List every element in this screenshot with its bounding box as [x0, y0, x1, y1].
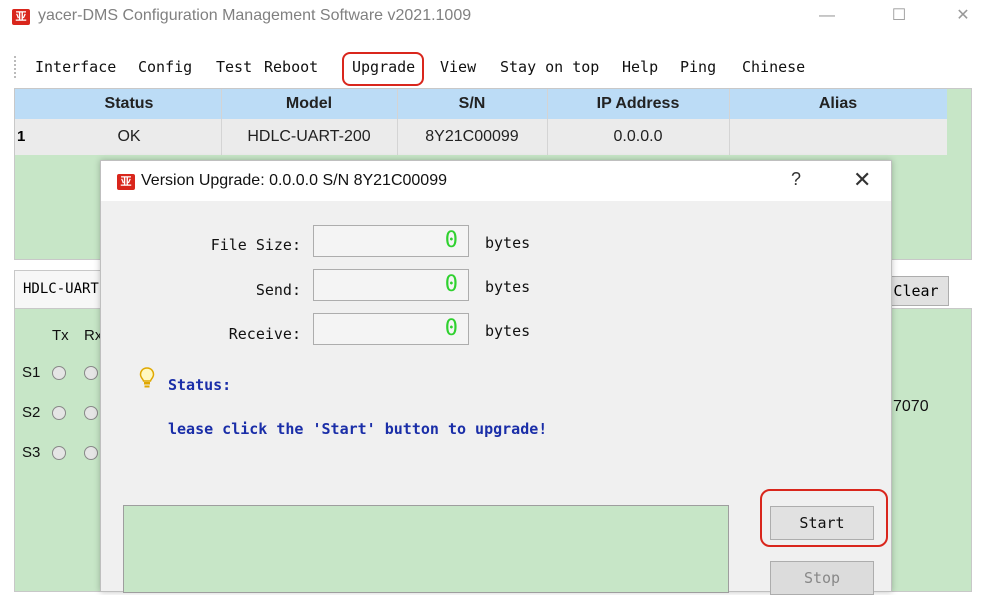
- send-unit: bytes: [485, 278, 531, 296]
- column-header-status[interactable]: Status: [37, 89, 221, 119]
- app-logo-icon: 亚: [12, 9, 30, 25]
- start-highlight-box: [760, 489, 888, 547]
- maximize-button[interactable]: ☐: [884, 4, 914, 28]
- upgrade-log-area[interactable]: [123, 505, 729, 593]
- send-value: 0: [444, 272, 458, 297]
- tx-header: Tx: [52, 327, 69, 344]
- menu-test[interactable]: Test: [216, 58, 252, 76]
- column-divider: [547, 89, 548, 155]
- rx-led-s1: [84, 366, 98, 380]
- receive-unit: bytes: [485, 322, 531, 340]
- column-divider: [221, 89, 222, 155]
- menu-interface[interactable]: Interface: [35, 58, 116, 76]
- file-size-unit: bytes: [485, 234, 531, 252]
- close-button[interactable]: ✕: [948, 4, 978, 28]
- file-size-display: 0: [313, 225, 469, 257]
- send-label: Send:: [255, 281, 301, 299]
- dialog-title: Version Upgrade: 0.0.0.0 S/N 8Y21C00099: [141, 172, 447, 189]
- rx-led-s2: [84, 406, 98, 420]
- file-size-label: File Size:: [210, 236, 301, 254]
- menu-ping[interactable]: Ping: [680, 58, 716, 76]
- receive-label: Receive:: [228, 325, 301, 343]
- lightbulb-icon: [139, 367, 155, 388]
- menu-view[interactable]: View: [440, 58, 476, 76]
- column-header-sn[interactable]: S/N: [397, 89, 547, 119]
- dialog-logo-icon: 亚: [117, 174, 135, 190]
- title-bar: 亚 yacer-DMS Configuration Management Sof…: [0, 0, 984, 32]
- menu-reboot[interactable]: Reboot: [264, 58, 318, 76]
- file-size-value: 0: [444, 228, 458, 253]
- row-label-s1: S1: [22, 364, 41, 381]
- upgrade-highlight-box: [342, 52, 424, 86]
- receive-display: 0: [313, 313, 469, 345]
- menu-grip: [14, 56, 18, 78]
- menu-stay-on-top[interactable]: Stay on top: [500, 58, 599, 76]
- status-title: Status:: [168, 376, 232, 394]
- dialog-close-icon[interactable]: ✕: [853, 167, 871, 193]
- partial-value-text: 7070: [893, 398, 929, 415]
- tx-led-s1: [52, 366, 66, 380]
- row-label-s3: S3: [22, 444, 41, 461]
- minimize-button[interactable]: —: [812, 4, 842, 28]
- column-header-ip[interactable]: IP Address: [547, 89, 729, 119]
- clear-button[interactable]: Clear: [883, 276, 949, 306]
- dialog-title-bar: 亚 Version Upgrade: 0.0.0.0 S/N 8Y21C0009…: [101, 161, 891, 201]
- row-label-s2: S2: [22, 404, 41, 421]
- cell-status: OK: [117, 128, 141, 145]
- status-message: lease click the 'Start' button to upgrad…: [168, 420, 548, 438]
- column-divider: [729, 89, 730, 155]
- tx-led-s2: [52, 406, 66, 420]
- version-upgrade-dialog: 亚 Version Upgrade: 0.0.0.0 S/N 8Y21C0009…: [100, 160, 892, 595]
- table-row[interactable]: OK HDLC-UART-200 8Y21C00099 0.0.0.0: [15, 119, 947, 155]
- tx-led-s3: [52, 446, 66, 460]
- column-divider: [397, 89, 398, 155]
- rx-led-s3: [84, 446, 98, 460]
- cell-sn: 8Y21C00099: [425, 128, 519, 145]
- receive-value: 0: [444, 316, 458, 341]
- menu-help[interactable]: Help: [622, 58, 658, 76]
- menu-chinese[interactable]: Chinese: [742, 58, 805, 76]
- row-number: 1: [17, 128, 26, 145]
- help-icon[interactable]: ?: [791, 169, 801, 190]
- channel-tab-label: HDLC-UART: [23, 281, 99, 297]
- cell-ip: 0.0.0.0: [613, 128, 663, 145]
- send-display: 0: [313, 269, 469, 301]
- column-header-alias[interactable]: Alias: [729, 89, 947, 119]
- cell-model: HDLC-UART-200: [247, 128, 371, 145]
- window-title: yacer-DMS Configuration Management Softw…: [38, 7, 472, 24]
- menu-bar: Interface Config Test Reboot Upgrade Vie…: [0, 48, 984, 88]
- menu-config[interactable]: Config: [138, 58, 192, 76]
- table-header: Status Model S/N IP Address Alias: [15, 89, 947, 119]
- cell-alias: [729, 119, 947, 155]
- column-header-model[interactable]: Model: [221, 89, 397, 119]
